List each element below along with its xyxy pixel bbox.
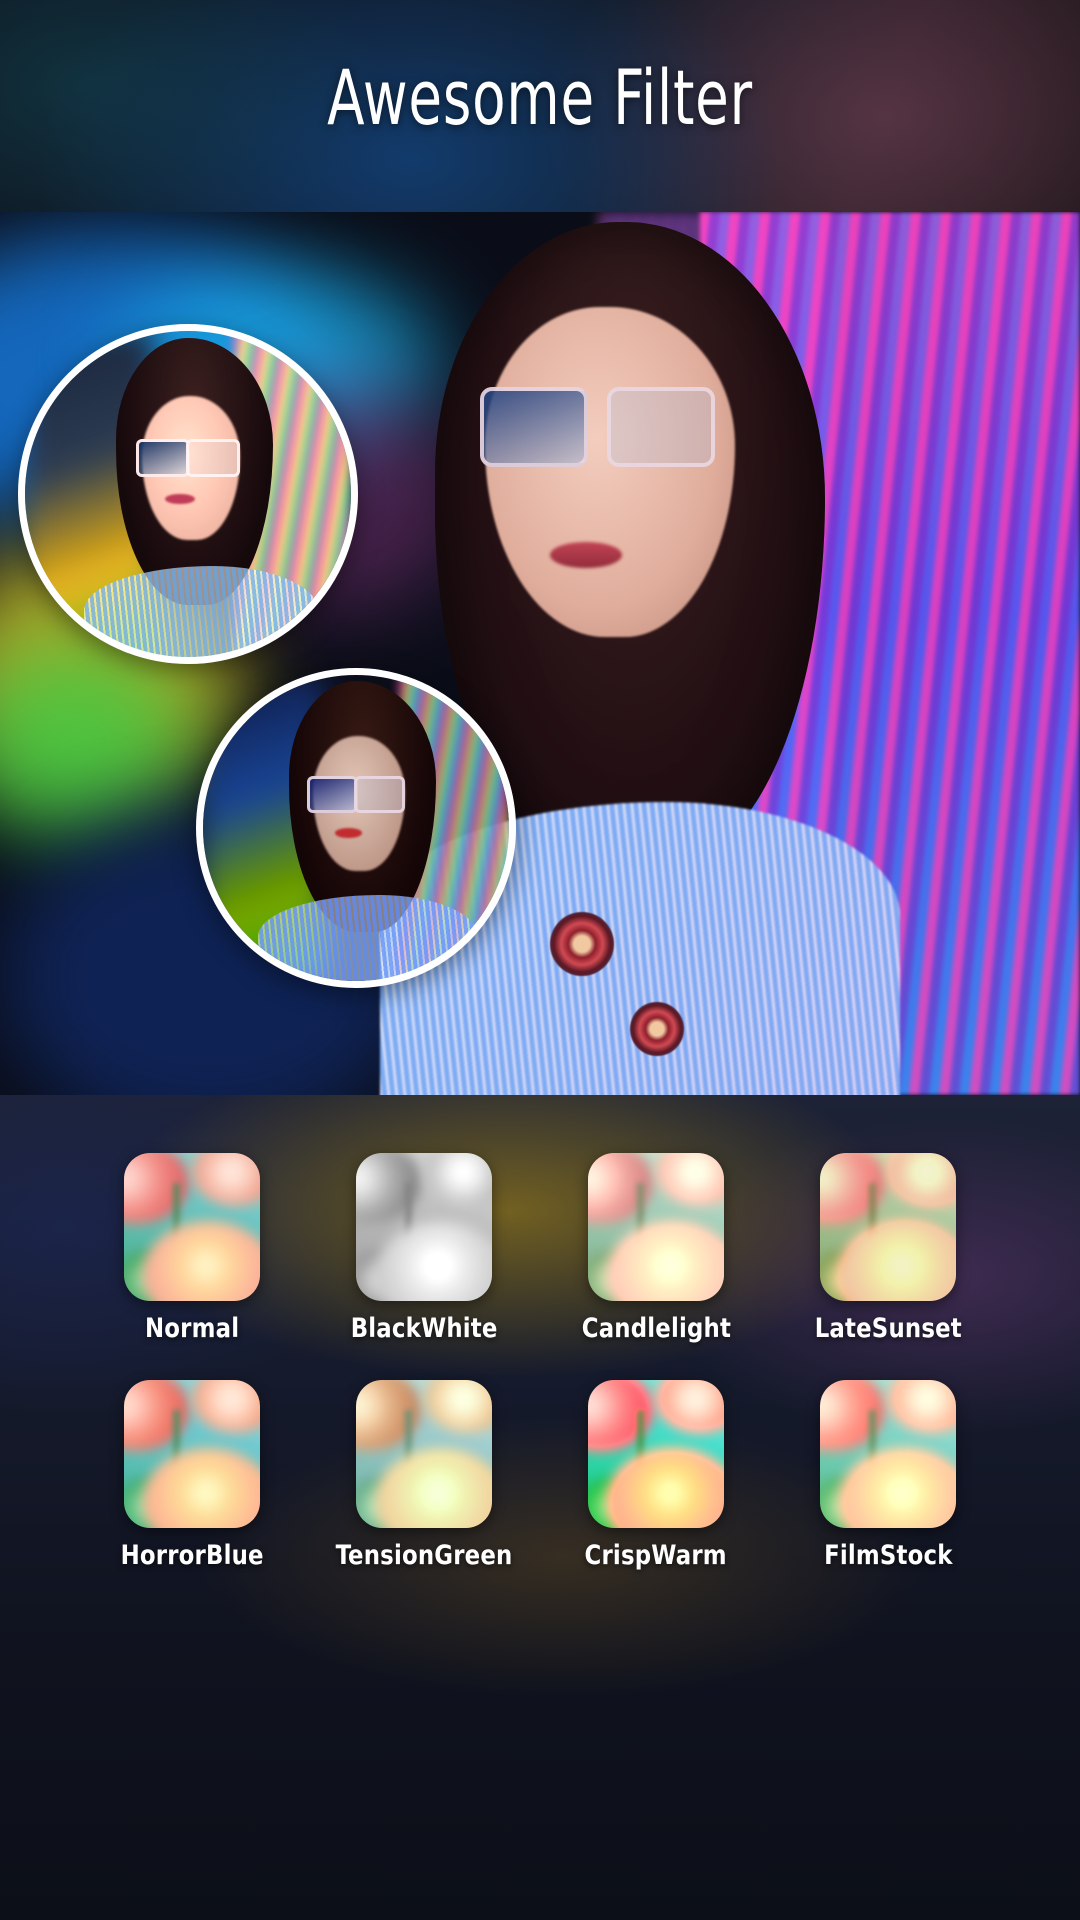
filter-item-horrorblue[interactable]: HorrorBlue	[76, 1380, 308, 1569]
embroidery-flower	[550, 912, 614, 976]
flower-thumbnail-icon[interactable]	[588, 1153, 724, 1301]
filter-label: HorrorBlue	[120, 1540, 264, 1571]
filter-label: TensionGreen	[335, 1540, 513, 1571]
filter-grid: Normal BlackWhite Candlelight LateSunset…	[0, 1153, 1080, 1569]
flower-thumbnail-icon[interactable]	[124, 1380, 260, 1528]
flower-thumbnail-icon[interactable]	[820, 1380, 956, 1528]
flower-thumbnail-icon[interactable]	[356, 1380, 492, 1528]
page-title: Awesome Filter	[327, 53, 753, 142]
subject-glasses-icon	[480, 387, 715, 467]
circle-preview-image	[203, 675, 509, 981]
filter-label: LateSunset	[814, 1313, 962, 1344]
flower-thumbnail-icon[interactable]	[124, 1153, 260, 1301]
circle-preview-warm[interactable]	[18, 324, 358, 664]
filter-item-crispwarm[interactable]: CrispWarm	[540, 1380, 772, 1569]
subject-lips	[550, 542, 622, 568]
filter-item-tensiongreen[interactable]: TensionGreen	[308, 1380, 540, 1569]
filter-item-candlelight[interactable]: Candlelight	[540, 1153, 772, 1342]
filter-label: Normal	[144, 1313, 240, 1344]
circle-preview-image	[25, 331, 351, 657]
circle-preview-cool[interactable]	[196, 668, 516, 988]
filter-item-filmstock[interactable]: FilmStock	[772, 1380, 1004, 1569]
app-screen: Awesome Filter Normal BlackWhite Candlel…	[0, 0, 1080, 1920]
flower-thumbnail-icon[interactable]	[820, 1153, 956, 1301]
filter-item-latesunset[interactable]: LateSunset	[772, 1153, 1004, 1342]
filter-label: FilmStock	[823, 1540, 953, 1571]
filter-label: BlackWhite	[350, 1313, 498, 1344]
header-bar: Awesome Filter	[0, 0, 1080, 212]
filter-item-normal[interactable]: Normal	[76, 1153, 308, 1342]
flower-thumbnail-icon[interactable]	[588, 1380, 724, 1528]
filter-label: CrispWarm	[584, 1540, 728, 1571]
embroidery-flower	[630, 1002, 684, 1056]
filter-item-blackwhite[interactable]: BlackWhite	[308, 1153, 540, 1342]
main-photo-preview[interactable]	[0, 212, 1080, 1095]
flower-thumbnail-icon[interactable]	[356, 1153, 492, 1301]
filter-panel: Normal BlackWhite Candlelight LateSunset…	[0, 1095, 1080, 1920]
filter-label: Candlelight	[581, 1313, 731, 1344]
